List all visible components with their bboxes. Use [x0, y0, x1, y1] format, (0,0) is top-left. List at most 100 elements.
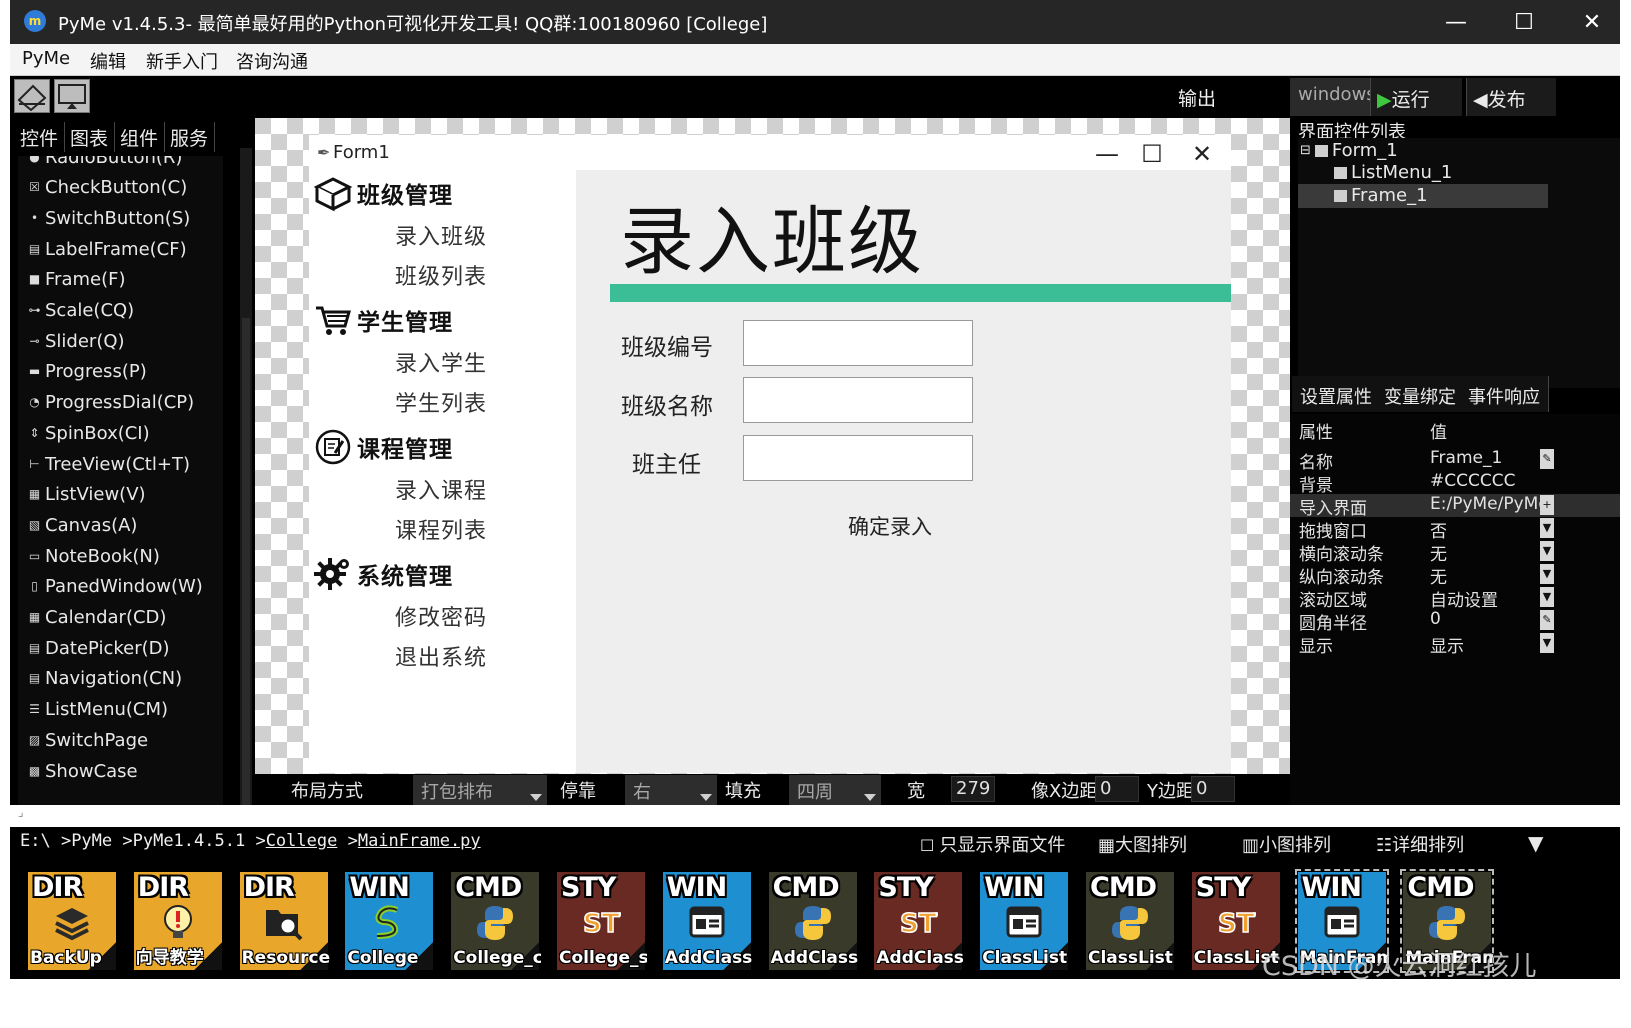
control-item[interactable]: ● RadioButton(R): [18, 156, 182, 172]
property-value[interactable]: 显示: [1430, 632, 1464, 657]
file-item[interactable]: WIN College: [345, 872, 434, 970]
file-item[interactable]: WIN AddClass: [662, 872, 752, 970]
property-row[interactable]: 名称 Frame_1 ✎: [1290, 448, 1620, 473]
menu-item-course-list[interactable]: 课程列表: [395, 513, 487, 545]
tab-controls[interactable]: 控件: [14, 122, 66, 152]
file-item[interactable]: CMD ClassList: [1086, 872, 1174, 970]
class-id-input[interactable]: [743, 320, 973, 366]
tab-events[interactable]: 事件响应: [1460, 376, 1549, 412]
property-value[interactable]: 无: [1430, 540, 1447, 565]
property-value[interactable]: #CCCCCC: [1430, 471, 1515, 491]
breadcrumb-drive[interactable]: E:\: [20, 831, 51, 851]
width-input[interactable]: 279: [951, 776, 995, 802]
form-maximize-button[interactable]: ☐: [1132, 139, 1172, 169]
tree-node-frame[interactable]: Frame_1: [1334, 185, 1428, 206]
property-value[interactable]: 否: [1430, 517, 1447, 542]
control-item[interactable]: ▦ ListView(V): [18, 480, 146, 510]
class-name-input[interactable]: [743, 377, 973, 423]
property-row[interactable]: 背景 #CCCCCC: [1290, 471, 1620, 496]
control-item[interactable]: ▤ LabelFrame(CF): [18, 234, 187, 264]
control-item[interactable]: ▭ NoteBook(N): [18, 541, 160, 571]
property-value[interactable]: E:/PyMe/PyMe: [1430, 494, 1549, 514]
control-item[interactable]: ⊶ Scale(CQ): [18, 296, 135, 326]
control-item[interactable]: ▨ SwitchPage: [18, 725, 148, 755]
menu-group-system[interactable]: 系统管理: [313, 554, 453, 594]
menu-item-student-list[interactable]: 学生列表: [395, 386, 487, 418]
control-item[interactable]: • SwitchButton(S): [18, 203, 190, 233]
control-item[interactable]: ☒ CheckButton(C): [18, 173, 187, 203]
menu-item-add-student[interactable]: 录入学生: [395, 346, 487, 378]
tab-charts[interactable]: 图表: [64, 122, 116, 152]
close-button[interactable]: ✕: [1564, 8, 1620, 38]
control-item[interactable]: ▤ DatePicker(D): [18, 633, 170, 663]
property-row[interactable]: 显示 显示 ▼: [1290, 632, 1620, 657]
head-teacher-input[interactable]: [743, 435, 973, 481]
run-button[interactable]: ▶运行: [1370, 78, 1462, 116]
file-item[interactable]: DIR 向导教学: [133, 872, 222, 970]
property-value[interactable]: 无: [1430, 563, 1447, 588]
menu-item-change-password[interactable]: 修改密码: [395, 600, 487, 632]
dropdown-button[interactable]: ▼: [1540, 633, 1554, 653]
tab-variable-binding[interactable]: 变量绑定: [1376, 376, 1465, 412]
control-item[interactable]: ⇕ SpinBox(CI): [18, 418, 149, 448]
property-row[interactable]: 拖拽窗口 否 ▼: [1290, 517, 1620, 542]
small-icons-option[interactable]: ▥小图排列: [1242, 831, 1331, 857]
property-value[interactable]: 自动设置: [1430, 586, 1498, 611]
palette-scrollbar[interactable]: [240, 148, 252, 828]
property-row[interactable]: 横向滚动条 无 ▼: [1290, 540, 1620, 565]
control-item[interactable]: ▬ Progress(P): [18, 357, 147, 387]
menu-beginner[interactable]: 新手入门: [146, 48, 218, 74]
tree-node-listmenu[interactable]: ListMenu_1: [1334, 162, 1452, 183]
add-button[interactable]: +: [1540, 495, 1554, 515]
file-item[interactable]: CMD AddClass: [768, 872, 858, 970]
minimize-button[interactable]: —: [1428, 8, 1484, 38]
scrollbar-thumb[interactable]: [242, 318, 250, 818]
file-item[interactable]: WIN ClassList: [980, 872, 1069, 970]
dropdown-button[interactable]: ▼: [1540, 518, 1554, 538]
tab-services[interactable]: 服务: [164, 122, 216, 152]
form-window[interactable]: ✒ Form1 — ☐ ✕ 班级管理 录入班级 班级列表 学生管理 录入学生 学…: [309, 135, 1231, 773]
dropdown-button[interactable]: ▼: [1540, 587, 1554, 607]
menu-group-student[interactable]: 学生管理: [313, 300, 453, 340]
menu-item-exit-system[interactable]: 退出系统: [395, 640, 487, 672]
tree-node-form[interactable]: ⊟ Form_1: [1300, 140, 1398, 161]
breadcrumb-college[interactable]: College: [266, 831, 338, 851]
maximize-button[interactable]: ☐: [1496, 8, 1552, 38]
fill-select[interactable]: 四周: [789, 775, 881, 805]
property-value[interactable]: 0: [1430, 609, 1441, 629]
menu-item-add-class[interactable]: 录入班级: [395, 219, 487, 251]
control-item[interactable]: ▤ Navigation(CN): [18, 664, 182, 694]
design-mode-button[interactable]: [14, 79, 50, 113]
property-row[interactable]: 纵向滚动条 无 ▼: [1290, 563, 1620, 588]
only-ui-files-checkbox[interactable]: ☐ 只显示界面文件: [920, 831, 1065, 857]
file-item[interactable]: DIR Resource: [239, 872, 330, 970]
content-frame[interactable]: 录入班级 班级编号 班级名称 班主任 确定录入: [576, 170, 1231, 773]
dropdown-button[interactable]: ▼: [1540, 564, 1554, 584]
dropdown-button[interactable]: ▼: [1540, 541, 1554, 561]
form-minimize-button[interactable]: —: [1087, 139, 1127, 169]
publish-button[interactable]: ◀发布: [1466, 78, 1556, 116]
menu-group-class[interactable]: 班级管理: [313, 173, 453, 213]
breadcrumb-version[interactable]: >PyMe1.4.5.1: [112, 831, 245, 851]
control-item[interactable]: ☰ ListMenu(CM): [18, 695, 168, 725]
menu-item-add-course[interactable]: 录入课程: [395, 473, 487, 505]
control-item[interactable]: ▧ Canvas(A): [18, 510, 138, 540]
control-item[interactable]: ■ Frame(F): [18, 265, 126, 295]
tab-properties[interactable]: 设置属性: [1292, 376, 1381, 412]
collapse-icon[interactable]: ⊟: [1300, 143, 1311, 158]
property-value[interactable]: Frame_1: [1430, 448, 1502, 468]
property-row[interactable]: 导入界面 E:/PyMe/PyMe +: [1290, 494, 1620, 519]
padx-input[interactable]: 0: [1095, 776, 1139, 802]
property-row[interactable]: 滚动区域 自动设置 ▼: [1290, 586, 1620, 611]
control-item[interactable]: ◔ ProgressDial(CP): [18, 388, 194, 418]
file-item[interactable]: DIR BackUp: [28, 872, 116, 970]
detail-option[interactable]: ☷详细排列: [1376, 831, 1464, 857]
form-close-button[interactable]: ✕: [1182, 139, 1222, 169]
breadcrumb-file[interactable]: MainFrame.py: [358, 831, 481, 851]
preview-mode-button[interactable]: [54, 79, 90, 113]
property-row[interactable]: 圆角半径 0 ✎: [1290, 609, 1620, 634]
edit-button[interactable]: ✎: [1540, 610, 1554, 630]
pady-input[interactable]: 0: [1191, 776, 1235, 802]
menu-edit[interactable]: 编辑: [90, 48, 126, 74]
layout-select[interactable]: 打包排布: [413, 775, 547, 805]
